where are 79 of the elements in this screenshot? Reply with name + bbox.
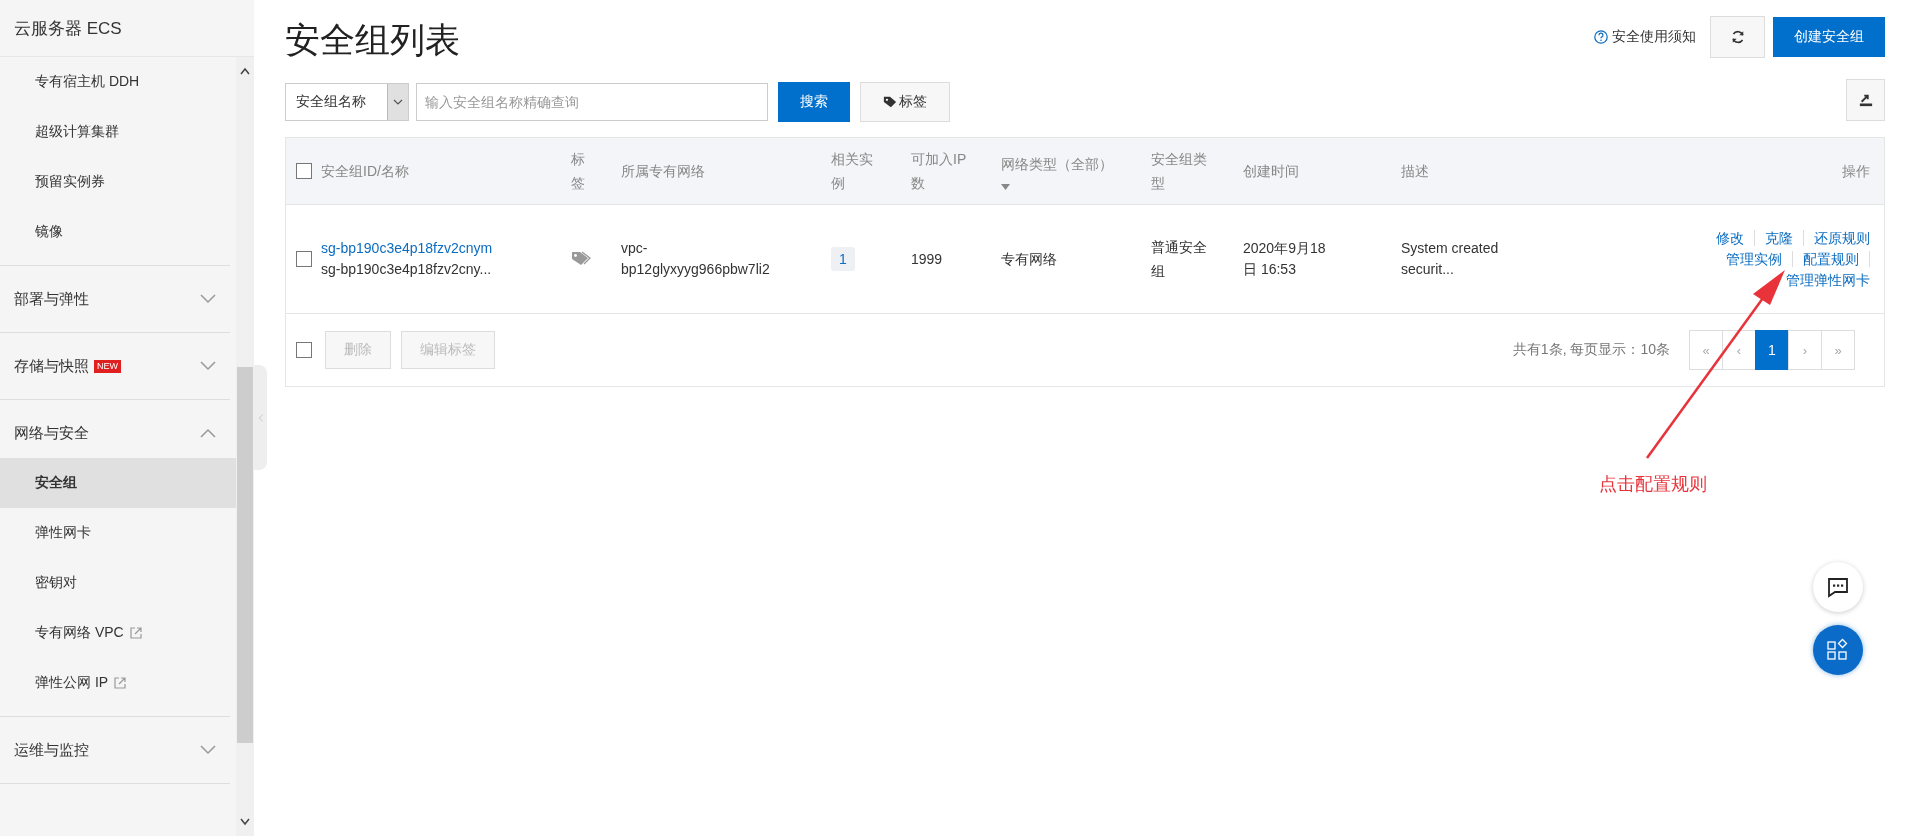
checkbox[interactable] <box>296 251 312 267</box>
sidebar-item[interactable]: 安全组 <box>0 458 236 508</box>
group-type: 普通安全组 <box>1151 238 1208 281</box>
pagination-summary: 共有1条, 每页显示：10条 <box>1512 341 1670 359</box>
chevron-down-icon <box>200 361 216 371</box>
sidebar-title: 云服务器 ECS <box>0 0 254 57</box>
column-header: 可加入IP数 <box>911 150 968 193</box>
help-icon <box>1594 30 1608 44</box>
chevron-down-icon <box>200 745 216 755</box>
column-header: 安全组ID/名称 <box>321 162 409 181</box>
page-title: 安全组列表 <box>285 18 460 61</box>
action-link[interactable]: 管理弹性网卡 <box>1776 272 1870 288</box>
scrollbar[interactable] <box>236 57 254 836</box>
action-link[interactable]: 配置规则 <box>1793 251 1870 267</box>
chevron-down-icon <box>200 294 216 304</box>
refresh-icon <box>1730 30 1745 44</box>
annotation-text: 点击配置规则 <box>1599 473 1707 496</box>
refresh-button[interactable] <box>1710 16 1765 58</box>
instance-count[interactable]: 1 <box>831 247 855 271</box>
collapse-handle[interactable] <box>254 365 267 470</box>
apps-icon <box>1826 638 1850 662</box>
sidebar-item[interactable]: 弹性网卡 <box>0 508 236 558</box>
tag-button[interactable]: 标签 <box>860 82 950 122</box>
vpc-text: vpc-bp12glyxyyg966pbw7li2 <box>621 239 771 279</box>
id-link[interactable]: sg-bp190c3e4p18fzv2cnym <box>321 238 563 259</box>
group-label: 存储与快照 <box>14 356 89 376</box>
new-badge: NEW <box>94 359 121 373</box>
create-button[interactable]: 创建安全组 <box>1773 17 1885 57</box>
column-header: 操作 <box>1842 162 1870 181</box>
network-type: 专有网络 <box>1001 250 1057 267</box>
ip-count: 1999 <box>911 250 943 267</box>
field-select[interactable]: 安全组名称 <box>285 83 409 121</box>
sidebar-item[interactable]: 超级计算集群 <box>0 107 236 157</box>
sidebar-group[interactable]: 运维与监控 <box>0 725 236 775</box>
tag-icon <box>571 249 591 266</box>
name-text: sg-bp190c3e4p18fzv2cny... <box>321 260 493 279</box>
checkbox[interactable] <box>296 342 312 358</box>
sidebar-item[interactable]: 预留实例券 <box>0 157 236 207</box>
sidebar-group[interactable]: 部署与弹性 <box>0 274 236 324</box>
checkbox[interactable] <box>296 163 312 179</box>
column-header: 相关实例 <box>831 150 874 193</box>
group-label: 运维与监控 <box>14 740 89 760</box>
group-label: 网络与安全 <box>14 423 89 443</box>
column-header: 标签 <box>571 150 586 193</box>
scroll-down-icon <box>240 818 250 826</box>
column-header: 网络类型（全部） <box>1001 155 1114 174</box>
chat-button[interactable] <box>1813 562 1863 612</box>
description: System created securit... <box>1401 239 1500 279</box>
action-link[interactable]: 管理实例 <box>1716 251 1793 267</box>
sidebar-item[interactable]: 专有宿主机 DDH <box>0 57 236 107</box>
sidebar-group[interactable]: 网络与安全 <box>0 408 236 458</box>
caret-down-icon <box>393 98 403 106</box>
search-field[interactable]: 输入安全组名称精确查询 <box>416 83 768 121</box>
help-text: 安全使用须知 <box>1612 28 1696 46</box>
created-time: 2020年9月18日 16:53 <box>1243 239 1327 279</box>
search-button[interactable]: 搜索 <box>778 82 850 122</box>
chevron-up-icon <box>200 428 216 438</box>
group-label: 部署与弹性 <box>14 289 89 309</box>
column-header: 安全组类型 <box>1151 150 1208 193</box>
page-button[interactable]: 1 <box>1755 330 1789 370</box>
select-value: 安全组名称 <box>296 93 366 111</box>
sidebar-item[interactable]: 专有网络 VPC <box>0 608 236 658</box>
chat-icon <box>1826 575 1850 599</box>
scroll-up-icon <box>240 67 250 75</box>
sidebar-item[interactable]: 密钥对 <box>0 558 236 608</box>
sidebar-item[interactable]: 弹性公网 IP <box>0 658 236 708</box>
sidebar-group[interactable]: 存储与快照 NEW <box>0 341 236 391</box>
apps-button[interactable] <box>1813 625 1863 675</box>
help-link[interactable]: 安全使用须知 <box>1594 28 1696 46</box>
export-icon <box>1858 93 1873 107</box>
column-header: 所属专有网络 <box>621 162 705 181</box>
column-header: 创建时间 <box>1243 162 1299 181</box>
action-link[interactable]: 修改 <box>1706 230 1755 246</box>
column-header: 描述 <box>1401 162 1429 181</box>
action-link[interactable]: 克隆 <box>1755 230 1804 246</box>
sidebar-item[interactable]: 镜像 <box>0 207 236 257</box>
action-link[interactable]: 还原规则 <box>1804 230 1870 246</box>
export-button[interactable] <box>1846 79 1885 121</box>
tag-icon <box>883 95 897 109</box>
